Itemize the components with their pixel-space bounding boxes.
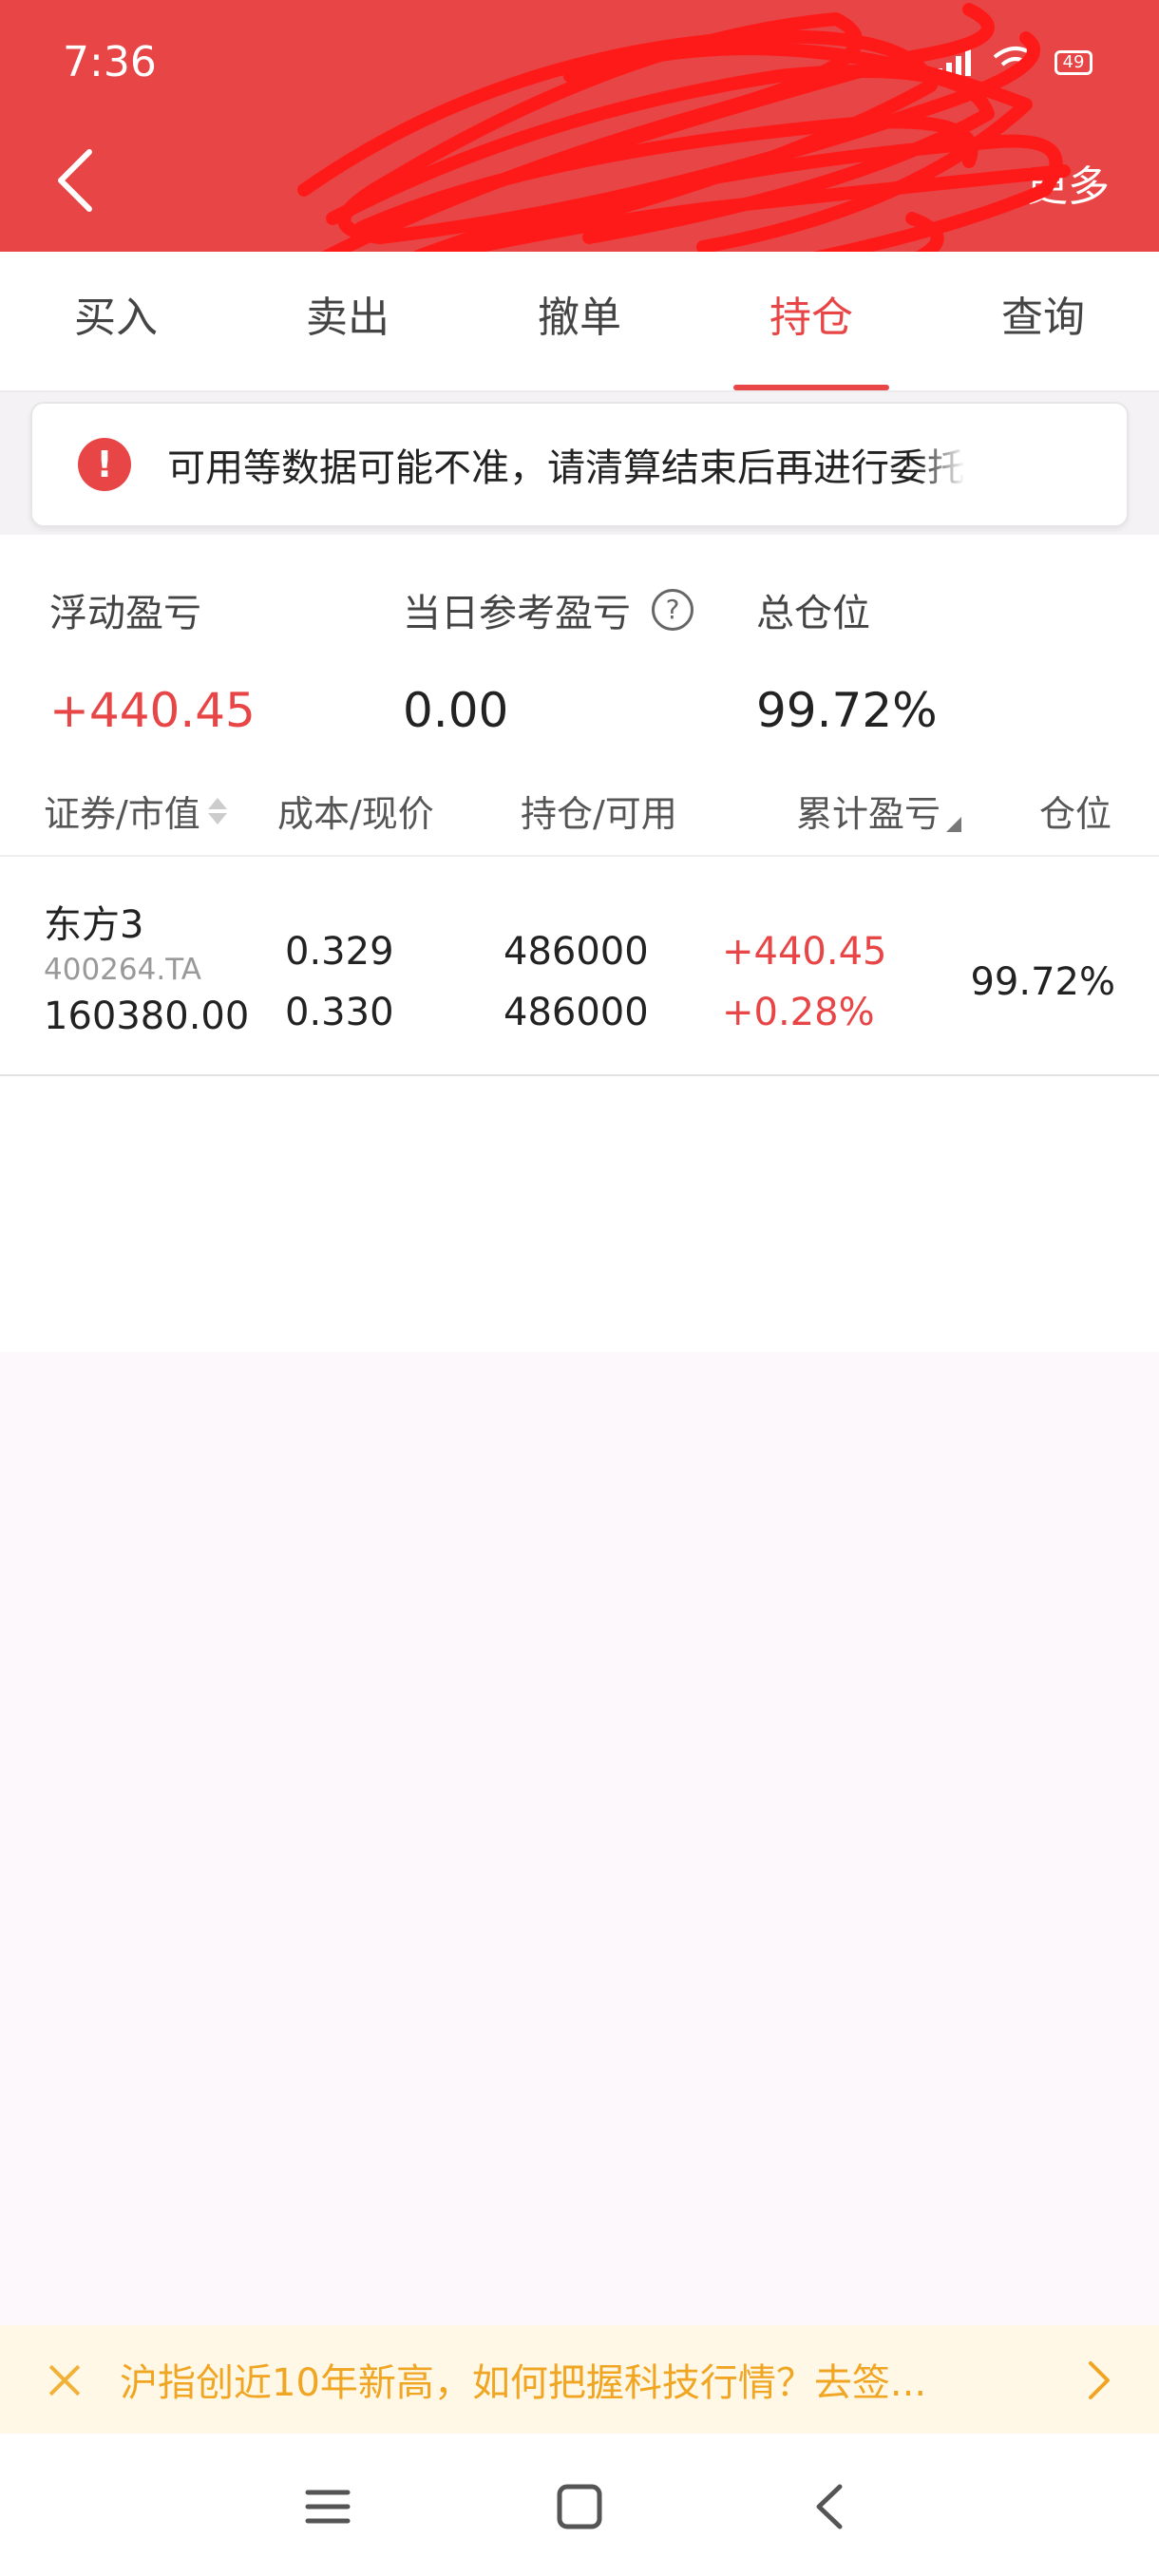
exclamation-circle-icon: ! <box>78 438 131 491</box>
triangle-back-icon[interactable] <box>798 2473 864 2540</box>
security-code: 400264.TA <box>44 953 201 987</box>
tab-cancel-order[interactable]: 撤单 <box>464 252 695 390</box>
promo-text[interactable]: 沪指创近10年新高，如何把握科技行情？去签... <box>120 2352 926 2407</box>
current-price: 0.330 <box>285 991 394 1034</box>
notice-area: ! 可用等数据可能不准，请清算结束后再进行委托 <box>0 392 1159 535</box>
security-name: 东方3 <box>44 903 144 947</box>
header-security[interactable]: 证券/市值 <box>44 785 227 837</box>
tab-holdings[interactable]: 持仓 <box>695 252 927 390</box>
trade-tabs: 买入 卖出 撤单 持仓 查询 <box>0 252 1159 392</box>
battery-icon: 49 <box>1054 50 1092 75</box>
menu-icon[interactable] <box>294 2473 361 2540</box>
pl-amount: +440.45 <box>722 930 887 974</box>
wifi-icon <box>993 47 1038 78</box>
header-position: 仓位 <box>1039 793 1112 835</box>
question-circle-icon[interactable]: ? <box>652 589 694 631</box>
more-button[interactable]: 更多 <box>1026 152 1110 213</box>
app-header: 7:36 49 更多 <box>0 0 1159 252</box>
market-value: 160380.00 <box>44 994 250 1038</box>
square-home-icon[interactable] <box>546 2473 613 2540</box>
status-icons: 49 <box>935 46 1092 80</box>
position-pct: 99.72% <box>970 960 1115 1004</box>
total-position-label: 总仓位 <box>756 592 870 635</box>
holdings-summary: 浮动盈亏 +440.45 当日参考盈亏 ? 0.00 总仓位 99.72% 证券… <box>0 535 1159 1352</box>
sort-icon <box>207 797 227 824</box>
notice-banner: ! 可用等数据可能不准，请清算结束后再进行委托 <box>30 402 1129 527</box>
close-icon[interactable] <box>46 2360 84 2398</box>
holdings-table-header: 证券/市值 成本/现价 持仓/可用 累计盈亏 仓位 <box>0 785 1159 857</box>
signal-icon <box>937 49 971 76</box>
tab-query[interactable]: 查询 <box>927 252 1159 390</box>
daily-ref-pl-label: 当日参考盈亏 <box>403 592 631 635</box>
floating-pl-label: 浮动盈亏 <box>49 592 201 635</box>
sort-desc-icon <box>946 816 962 832</box>
notice-text: 可用等数据可能不准，请清算结束后再进行委托 <box>167 446 965 490</box>
daily-ref-pl-value: 0.00 <box>403 683 509 738</box>
holding-qty: 486000 <box>504 930 649 974</box>
header-cost-price: 成本/现价 <box>277 793 434 835</box>
promo-banner[interactable]: 沪指创近10年新高，如何把握科技行情？去签... <box>0 2325 1159 2434</box>
cost-price: 0.329 <box>285 930 394 974</box>
daily-ref-pl: 当日参考盈亏 ? 0.00 <box>403 582 694 738</box>
header-holding-available: 持仓/可用 <box>521 793 677 835</box>
total-position-value: 99.72% <box>756 683 938 738</box>
header-cumulative-pl-label: 累计盈亏 <box>796 793 941 835</box>
total-position: 总仓位 99.72% <box>756 582 938 738</box>
floating-pl: 浮动盈亏 +440.45 <box>49 582 256 738</box>
chevron-left-icon <box>58 149 92 212</box>
floating-pl-value: +440.45 <box>49 683 256 738</box>
table-row[interactable]: 东方3 400264.TA 160380.00 0.329 0.330 4860… <box>0 858 1159 1076</box>
header-cumulative-pl[interactable]: 累计盈亏 <box>796 785 962 837</box>
back-button[interactable] <box>48 142 104 218</box>
tab-buy[interactable]: 买入 <box>0 252 232 390</box>
chevron-right-icon[interactable] <box>1085 2359 1113 2401</box>
status-time: 7:36 <box>63 38 157 86</box>
header-security-label: 证券/市值 <box>44 793 200 835</box>
system-nav-bar <box>0 2434 1159 2576</box>
pl-percent: +0.28% <box>722 991 875 1034</box>
available-qty: 486000 <box>504 991 649 1034</box>
tab-sell[interactable]: 卖出 <box>232 252 464 390</box>
